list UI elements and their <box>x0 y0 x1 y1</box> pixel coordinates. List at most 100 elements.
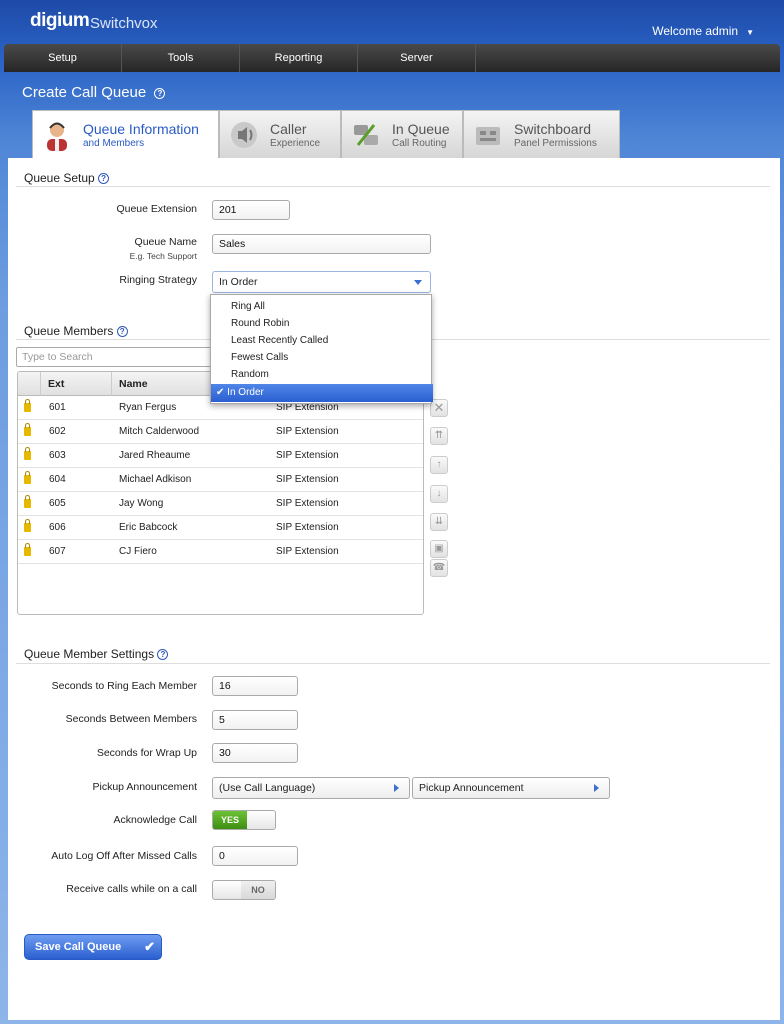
help-icon[interactable]: ? <box>116 326 128 338</box>
table-row[interactable]: 603 Jared Rheaume SIP Extension <box>18 444 423 468</box>
tab-title: Caller <box>270 121 307 137</box>
option-random[interactable]: Random <box>231 369 269 380</box>
members-table: Ext Name 601 Ryan Fergus SIP Extension 602… <box>17 371 424 615</box>
pickup-language-button[interactable]: (Use Call Language) <box>212 777 410 799</box>
tab-subtitle: Call Routing <box>392 138 447 149</box>
move-top-button[interactable]: ⇈ <box>430 427 448 445</box>
table-row[interactable]: 602 Mitch Calderwood SIP Extension <box>18 420 423 444</box>
ring-seconds-input[interactable]: 16 <box>212 676 298 696</box>
lock-icon <box>24 543 31 556</box>
cell-ext: 606 <box>49 522 66 533</box>
pickup-sound-button[interactable]: Pickup Announcement <box>412 777 610 799</box>
cell-type: SIP Extension <box>276 498 339 509</box>
speaker-icon <box>231 122 257 148</box>
acknowledge-call-toggle[interactable]: YES <box>212 810 276 830</box>
cell-type: SIP Extension <box>276 546 339 557</box>
close-icon: ✕ <box>433 400 445 415</box>
ringing-strategy-select[interactable]: In Order <box>212 271 431 293</box>
toggle-off-state: NO <box>241 881 275 899</box>
receive-calls-toggle[interactable]: NO <box>212 880 276 900</box>
cell-name: Jay Wong <box>119 498 164 509</box>
help-icon[interactable]: ? <box>157 649 169 661</box>
divider <box>16 186 770 187</box>
help-icon[interactable]: ? <box>154 87 166 99</box>
help-icon[interactable]: ? <box>98 173 110 185</box>
routing-icon <box>354 124 378 146</box>
option-fewest-calls[interactable]: Fewest Calls <box>231 352 288 363</box>
checkmark-icon: ✔ <box>216 387 228 398</box>
cell-name: Jared Rheaume <box>119 450 191 461</box>
wrap-up-label: Seconds for Wrap Up <box>96 747 197 759</box>
save-label: Save Call Queue <box>35 941 122 953</box>
between-seconds-input[interactable]: 5 <box>212 710 298 730</box>
lock-icon <box>24 495 31 508</box>
cell-name: Michael Adkison <box>119 474 192 485</box>
column-ext[interactable]: Ext <box>48 378 64 390</box>
chevron-down-icon: ▼ <box>746 28 754 37</box>
nav-setup[interactable]: Setup <box>4 44 122 72</box>
operator-icon <box>47 122 67 151</box>
tab-queue-information[interactable]: Queue Information and Members <box>32 110 219 158</box>
tab-subtitle: Experience <box>270 138 321 149</box>
table-row[interactable]: 606 Eric Babcock SIP Extension <box>18 516 423 540</box>
queue-extension-input[interactable]: 201 <box>212 200 290 220</box>
member-settings-heading: Queue Member Settings ? <box>24 647 169 661</box>
receive-calls-label: Receive calls while on a call <box>66 883 197 895</box>
ringing-strategy-value: In Order <box>219 276 258 288</box>
toggle-on-state: YES <box>213 811 247 829</box>
move-bottom-button[interactable]: ⇊ <box>430 513 448 531</box>
section-title-text: Queue Member Settings <box>24 647 155 661</box>
table-row[interactable]: 607 CJ Fiero SIP Extension <box>18 540 423 564</box>
member-search-input[interactable]: Type to Search <box>16 347 212 367</box>
lock-icon <box>24 399 31 412</box>
column-name[interactable]: Name <box>119 378 148 390</box>
tab-in-queue[interactable]: In Queue Call Routing <box>341 110 463 158</box>
tab-title: In Queue <box>392 121 450 137</box>
queue-name-input[interactable]: Sales <box>212 234 431 254</box>
queue-name-hint: E.g. Tech Support <box>129 251 197 261</box>
cell-name: Mitch Calderwood <box>119 426 200 437</box>
divider <box>16 663 770 664</box>
cell-ext: 603 <box>49 450 66 461</box>
move-up-button[interactable]: ↑ <box>430 456 448 474</box>
nav-tools[interactable]: Tools <box>122 44 240 72</box>
auto-logoff-input[interactable]: 0 <box>212 846 298 866</box>
tab-title: Queue Information <box>83 121 199 137</box>
tab-subtitle: and Members <box>83 138 145 149</box>
table-row[interactable]: 604 Michael Adkison SIP Extension <box>18 468 423 492</box>
wrap-up-input[interactable]: 30 <box>212 743 298 763</box>
option-round-robin[interactable]: Round Robin <box>231 318 289 329</box>
move-down-button[interactable]: ↓ <box>430 485 448 503</box>
lock-member-button[interactable]: ▣ <box>430 540 448 558</box>
brand-logo: digium <box>30 10 90 31</box>
cell-name: Eric Babcock <box>119 522 178 533</box>
save-call-queue-button[interactable]: Save Call Queue ✔ <box>24 934 162 960</box>
lock-icon <box>24 471 31 484</box>
phone-member-button[interactable]: ☎ <box>430 559 448 577</box>
pickup-language-value: (Use Call Language) <box>219 782 316 794</box>
option-in-order[interactable]: ✔ In Order <box>211 384 433 402</box>
main-nav: Setup Tools Reporting Server <box>4 44 780 72</box>
option-ring-all[interactable]: Ring All <box>231 301 265 312</box>
pickup-sound-value: Pickup Announcement <box>419 782 524 794</box>
option-least-recently-called[interactable]: Least Recently Called <box>231 335 328 346</box>
section-title-text: Queue Members <box>24 324 114 338</box>
user-menu[interactable]: Welcome admin ▼ <box>652 24 754 38</box>
tab-caller-experience[interactable]: Caller Experience <box>219 110 341 158</box>
nav-reporting[interactable]: Reporting <box>240 44 358 72</box>
queue-name-label: Queue Name <box>134 236 197 248</box>
table-row[interactable]: 605 Jay Wong SIP Extension <box>18 492 423 516</box>
nav-server[interactable]: Server <box>358 44 476 72</box>
move-top-icon: ⇈ <box>434 430 444 441</box>
cell-type: SIP Extension <box>276 522 339 533</box>
ring-seconds-label: Seconds to Ring Each Member <box>51 680 197 692</box>
checkmark-icon: ✔ <box>144 939 155 954</box>
cell-type: SIP Extension <box>276 474 339 485</box>
pickup-announcement-label: Pickup Announcement <box>92 781 198 793</box>
ringing-strategy-label: Ringing Strategy <box>119 274 197 286</box>
product-name: Switchvox <box>90 15 158 32</box>
auto-logoff-label: Auto Log Off After Missed Calls <box>51 850 197 862</box>
tab-title: Switchboard <box>514 121 592 137</box>
lock-icon <box>24 447 31 460</box>
tab-switchboard[interactable]: Switchboard Panel Permissions <box>463 110 620 158</box>
